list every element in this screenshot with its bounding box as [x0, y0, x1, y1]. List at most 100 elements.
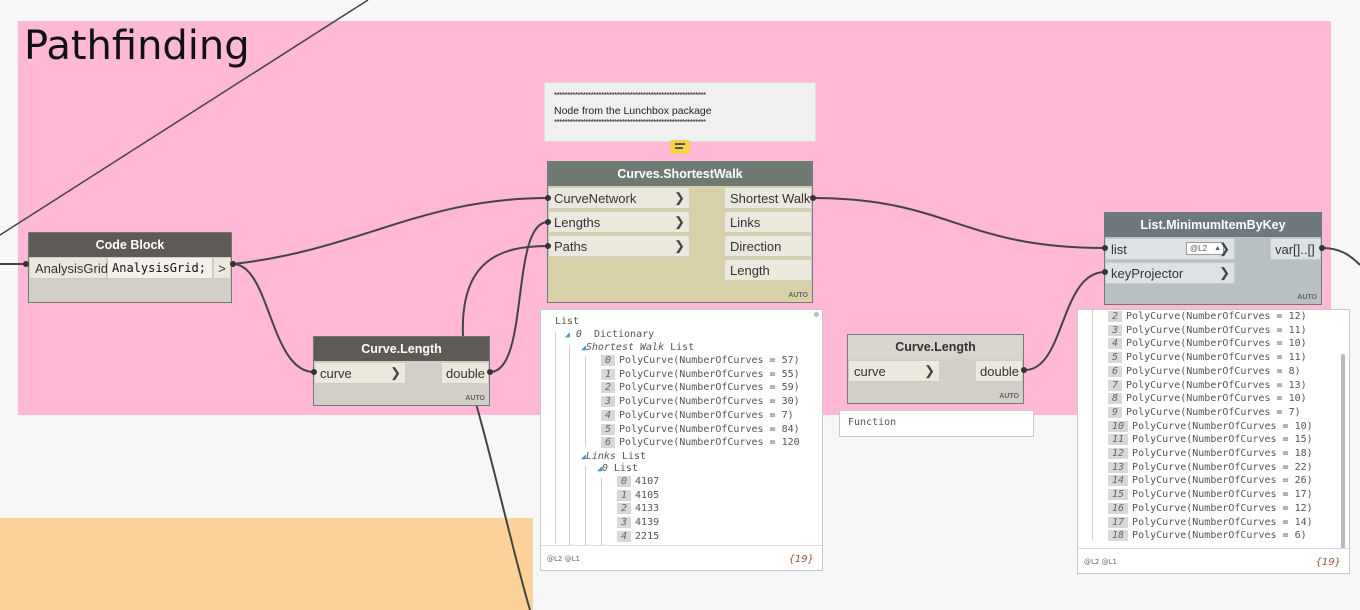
- preview-shortest-walk[interactable]: List ◢ 0 Dictionary ◢Shortest Walk List …: [540, 309, 823, 571]
- scroll-thumb[interactable]: [814, 312, 819, 317]
- input-port-curve[interactable]: curve ❯: [848, 360, 940, 382]
- preview-dict[interactable]: ◢ 0 Dictionary: [565, 328, 654, 341]
- tree-line: [569, 345, 570, 545]
- function-preview[interactable]: Function: [839, 410, 1034, 437]
- input-port-list[interactable]: list @L2 ▲︎ ❯: [1105, 238, 1235, 260]
- item-value: PolyCurve(NumberOfCurves = 14): [1132, 516, 1313, 528]
- item-value: PolyCurve(NumberOfCurves = 7): [619, 409, 794, 421]
- item-index: 1: [601, 368, 616, 380]
- input-port-lengths[interactable]: Lengths ❯: [548, 211, 690, 233]
- list-item: 6 PolyCurve(NumberOfCurves = 8): [1108, 365, 1301, 378]
- item-index: 6: [1108, 365, 1123, 377]
- item-value: PolyCurve(NumberOfCurves = 12): [1132, 502, 1313, 514]
- preview-root: List: [555, 315, 579, 328]
- port-dot: [311, 369, 317, 375]
- chevron-right-icon: ❯: [674, 238, 685, 253]
- port-dot: [545, 195, 551, 201]
- lacing-label[interactable]: AUTO: [1297, 294, 1317, 301]
- item-value: PolyCurve(NumberOfCurves = 13): [1126, 379, 1307, 391]
- preview-root-label: List: [555, 316, 580, 327]
- chevron-right-icon: ❯: [924, 363, 935, 378]
- input-port-curve[interactable]: curve ❯: [314, 362, 406, 384]
- output-port[interactable]: >: [213, 257, 231, 279]
- input-port-curvenetwork[interactable]: CurveNetwork ❯: [548, 187, 690, 209]
- expand-triangle-icon[interactable]: ◢: [565, 330, 570, 339]
- list-item: 0 PolyCurve(NumberOfCurves = 57): [601, 354, 800, 367]
- tree-line: [1092, 310, 1093, 540]
- group-orange[interactable]: [0, 518, 533, 610]
- output-port-double[interactable]: double: [441, 362, 489, 384]
- item-index: 1: [617, 489, 632, 501]
- tree-line: [555, 332, 556, 544]
- input-port-analysisgrid[interactable]: AnalysisGrid: [29, 257, 108, 279]
- item-value: PolyCurve(NumberOfCurves = 30): [619, 396, 800, 408]
- item-value: PolyCurve(NumberOfCurves = 57): [619, 355, 800, 366]
- port-dot: [1319, 245, 1325, 251]
- output-port-shortest-walk[interactable]: Shortest Walk: [724, 187, 812, 209]
- port-dot: [545, 243, 551, 249]
- item-index: 6: [601, 437, 616, 449]
- curve-length-node[interactable]: Curve.Length curve ❯ double AUTO: [314, 337, 489, 405]
- port-label: curve: [854, 363, 886, 379]
- list-item: 1 4105: [617, 489, 659, 502]
- input-port-paths[interactable]: Paths ❯: [548, 235, 690, 257]
- port-label: Shortest Walk: [730, 190, 811, 206]
- list-item: 3 PolyCurve(NumberOfCurves = 11): [1108, 324, 1307, 337]
- note[interactable]: ****************************************…: [545, 83, 815, 141]
- item-index: 5: [1108, 352, 1123, 364]
- shortest-walk-node[interactable]: Curves.ShortestWalk CurveNetwork ❯ Length…: [548, 162, 812, 302]
- lacing-label[interactable]: AUTO: [788, 292, 808, 299]
- preview-minimum-item[interactable]: 2 PolyCurve(NumberOfCurves = 12) 3 PolyCurv…: [1077, 309, 1350, 574]
- port-dot: [545, 219, 551, 225]
- item-index: 11: [1108, 434, 1129, 446]
- item-value: PolyCurve(NumberOfCurves = 22): [1132, 461, 1313, 473]
- code-editor[interactable]: AnalysisGrid;: [107, 257, 213, 279]
- list-item: 2 PolyCurve(NumberOfCurves = 59): [601, 381, 800, 394]
- lacing-label[interactable]: AUTO: [465, 395, 485, 402]
- group-title[interactable]: Pathfinding: [24, 23, 250, 69]
- preview-key-shortest[interactable]: ◢Shortest Walk List: [581, 341, 694, 354]
- input-port-keyprojector[interactable]: keyProjector ❯: [1105, 262, 1235, 284]
- item-index: 9: [1108, 406, 1123, 418]
- item-index: 13: [1108, 461, 1129, 473]
- scrollbar[interactable]: [1341, 354, 1345, 549]
- port-label: Links: [730, 214, 761, 230]
- preview-links-sub[interactable]: ◢0 List: [597, 462, 638, 475]
- item-value: PolyCurve(NumberOfCurves = 11): [1126, 352, 1307, 364]
- output-port-var[interactable]: var[]..[]: [1270, 238, 1321, 260]
- chevron-right-icon: ❯: [674, 190, 685, 205]
- item-index: 8: [1108, 393, 1123, 405]
- port-label: Direction: [730, 238, 782, 254]
- type-label: List: [613, 463, 638, 474]
- output-port-direction[interactable]: Direction: [724, 235, 812, 257]
- item-index: 3: [1108, 324, 1123, 336]
- note-pin-icon: [670, 140, 690, 154]
- output-label: >: [218, 260, 226, 276]
- item-value: PolyCurve(NumberOfCurves = 12): [1126, 311, 1307, 322]
- port-dot: [23, 261, 29, 267]
- lacing-label[interactable]: AUTO: [999, 393, 1019, 400]
- item-index: 14: [1108, 475, 1129, 487]
- item-value: PolyCurve(NumberOfCurves = 55): [619, 368, 800, 380]
- item-index: 5: [601, 423, 616, 435]
- output-port-length[interactable]: Length: [724, 259, 812, 281]
- item-value: 4107: [635, 476, 660, 487]
- output-port-double[interactable]: double: [975, 360, 1023, 382]
- count-label: {19}: [1315, 557, 1341, 568]
- output-port-links[interactable]: Links: [724, 211, 812, 233]
- key-label: Links: [585, 451, 616, 462]
- function-label: Function: [848, 417, 897, 428]
- item-index: 3: [601, 396, 616, 408]
- list-item: 15 PolyCurve(NumberOfCurves = 17): [1108, 488, 1313, 501]
- port-dot: [487, 369, 493, 375]
- curve-length-node-2[interactable]: Curve.Length curve ❯ double AUTO: [848, 335, 1023, 403]
- dict-label: Dictionary: [593, 329, 655, 340]
- port-dot: [810, 195, 816, 201]
- dict-index: 0: [575, 329, 582, 340]
- port-label: double: [446, 365, 486, 381]
- code-block-node[interactable]: Code Block AnalysisGrid AnalysisGrid; >: [29, 233, 231, 302]
- list-item: 3 4139: [617, 516, 659, 529]
- port-label: curve: [320, 365, 352, 381]
- port-dot: [1021, 367, 1027, 373]
- minimum-item-by-key-node[interactable]: List.MinimumItemByKey list @L2 ▲︎ ❯ keyPr…: [1105, 213, 1321, 304]
